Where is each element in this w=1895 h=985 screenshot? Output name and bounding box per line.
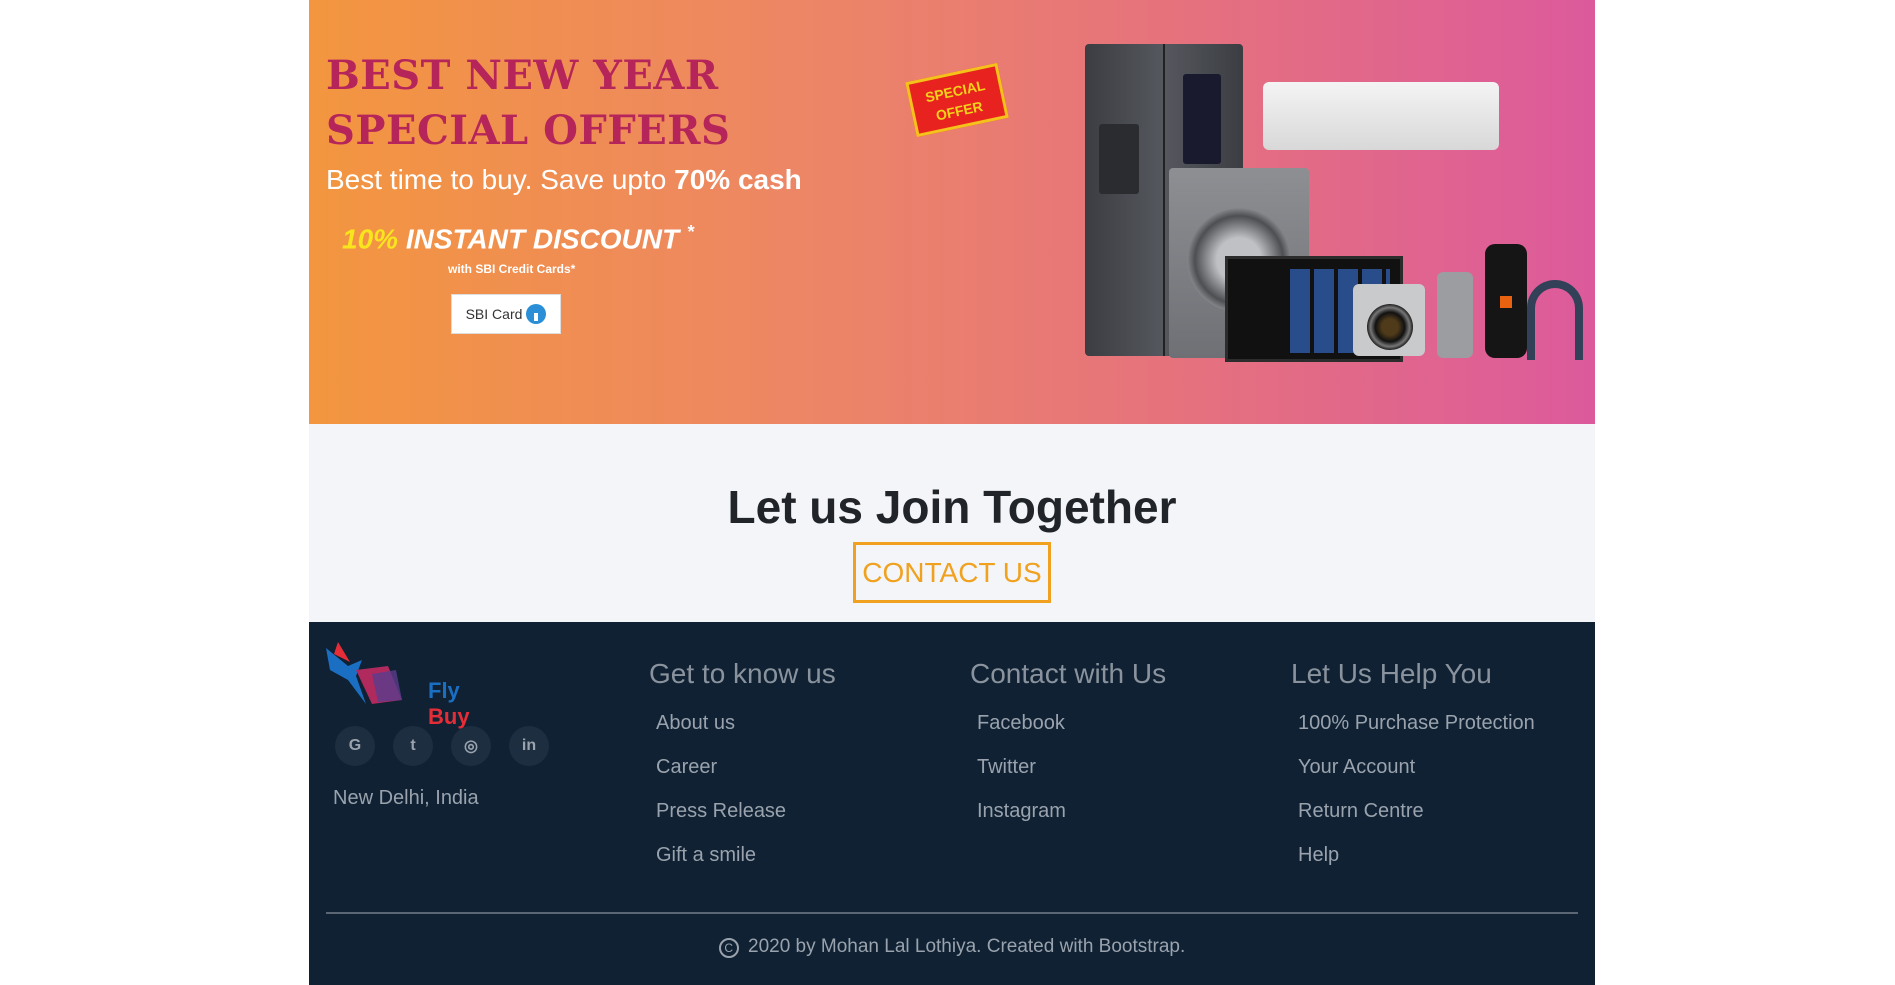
social-links: G t ◎ in bbox=[335, 726, 549, 766]
speaker-image bbox=[1485, 244, 1527, 358]
join-title: Let us Join Together bbox=[727, 481, 1177, 533]
twitter-icon[interactable]: t bbox=[393, 726, 433, 766]
banner-subtitle-highlight: 70% cash bbox=[674, 164, 802, 195]
footer-link-facebook[interactable]: Facebook bbox=[977, 708, 1166, 752]
discount-text: INSTANT DISCOUNT bbox=[398, 223, 680, 255]
footer-column-contact-with-us: Contact with Us Facebook Twitter Instagr… bbox=[970, 658, 1166, 840]
special-offer-badge: SPECIAL OFFER bbox=[905, 62, 1009, 138]
discount-star: * bbox=[686, 222, 694, 242]
banner-title-line1: BEST NEW YEAR bbox=[326, 52, 719, 99]
footer-link-about-us[interactable]: About us bbox=[656, 708, 836, 752]
discount-note: with SBI Credit Cards* bbox=[448, 262, 576, 276]
instant-discount: 10% INSTANT DISCOUNT * bbox=[342, 222, 694, 255]
footer-column-title: Get to know us bbox=[649, 658, 836, 689]
instagram-icon[interactable]: ◎ bbox=[451, 726, 491, 766]
banner-subtitle: Best time to buy. Save upto 70% cash bbox=[326, 164, 802, 196]
footer-link-gift-a-smile[interactable]: Gift a smile bbox=[656, 840, 836, 884]
brand-logo[interactable]: Fly Buy bbox=[326, 640, 506, 729]
copyright-text: 2020 by Mohan Lal Lothiya. Created with … bbox=[748, 936, 1186, 957]
banner-title-line2: SPECIAL OFFERS bbox=[326, 107, 731, 154]
products-image bbox=[1085, 44, 1583, 364]
phone-image bbox=[1437, 272, 1473, 358]
footer-link-return-centre[interactable]: Return Centre bbox=[1298, 796, 1535, 840]
footer-divider bbox=[326, 912, 1578, 914]
page: BEST NEW YEAR SPECIAL OFFERS Best time t… bbox=[309, 0, 1595, 985]
banner-subtitle-prefix: Best time to buy. Save upto bbox=[326, 164, 675, 195]
footer-column-title: Let Us Help You bbox=[1291, 658, 1492, 689]
location-text: New Delhi, India bbox=[333, 787, 479, 809]
join-section: Let us Join Together CONTACT US bbox=[309, 424, 1595, 622]
footer-link-instagram[interactable]: Instagram bbox=[977, 796, 1166, 840]
brand-fly: Fly bbox=[428, 678, 460, 703]
footer-link-help[interactable]: Help bbox=[1298, 840, 1535, 884]
fridge-screen bbox=[1183, 74, 1221, 164]
footer-link-press-release[interactable]: Press Release bbox=[656, 796, 836, 840]
contact-us-button[interactable]: CONTACT US bbox=[853, 542, 1051, 603]
linkedin-icon[interactable]: in bbox=[509, 726, 549, 766]
banner-title: BEST NEW YEAR SPECIAL OFFERS bbox=[326, 48, 730, 158]
sbi-card-label: SBI Card bbox=[465, 306, 523, 322]
promo-banner[interactable]: BEST NEW YEAR SPECIAL OFFERS Best time t… bbox=[309, 0, 1595, 424]
headphones-image bbox=[1527, 280, 1583, 360]
copyright-icon: C bbox=[718, 938, 739, 958]
footer-column-get-to-know-us: Get to know us About us Career Press Rel… bbox=[649, 658, 836, 884]
footer-column-title: Contact with Us bbox=[970, 658, 1167, 689]
footer-link-purchase-protection[interactable]: 100% Purchase Protection bbox=[1298, 708, 1535, 752]
footer-link-twitter[interactable]: Twitter bbox=[977, 752, 1166, 796]
footer-column-let-us-help-you: Let Us Help You 100% Purchase Protection… bbox=[1291, 658, 1535, 884]
camera-lens bbox=[1367, 304, 1413, 350]
sbi-card-logo: SBI Card bbox=[451, 294, 561, 334]
discount-percent: 10% bbox=[342, 223, 399, 255]
hummingbird-logo-icon bbox=[326, 642, 402, 704]
footer-link-your-account[interactable]: Your Account bbox=[1298, 752, 1535, 796]
sbi-logo-icon bbox=[526, 304, 547, 324]
air-conditioner-image bbox=[1263, 82, 1499, 150]
camera-image bbox=[1353, 284, 1425, 356]
google-icon[interactable]: G bbox=[335, 726, 375, 766]
brand-name: Fly Buy bbox=[428, 678, 506, 730]
footer-link-career[interactable]: Career bbox=[656, 752, 836, 796]
fridge-dispenser bbox=[1099, 124, 1139, 194]
footer: Fly Buy G t ◎ in New Delhi, India Get to… bbox=[309, 622, 1595, 985]
copyright: C 2020 by Mohan Lal Lothiya. Created wit… bbox=[309, 936, 1595, 958]
